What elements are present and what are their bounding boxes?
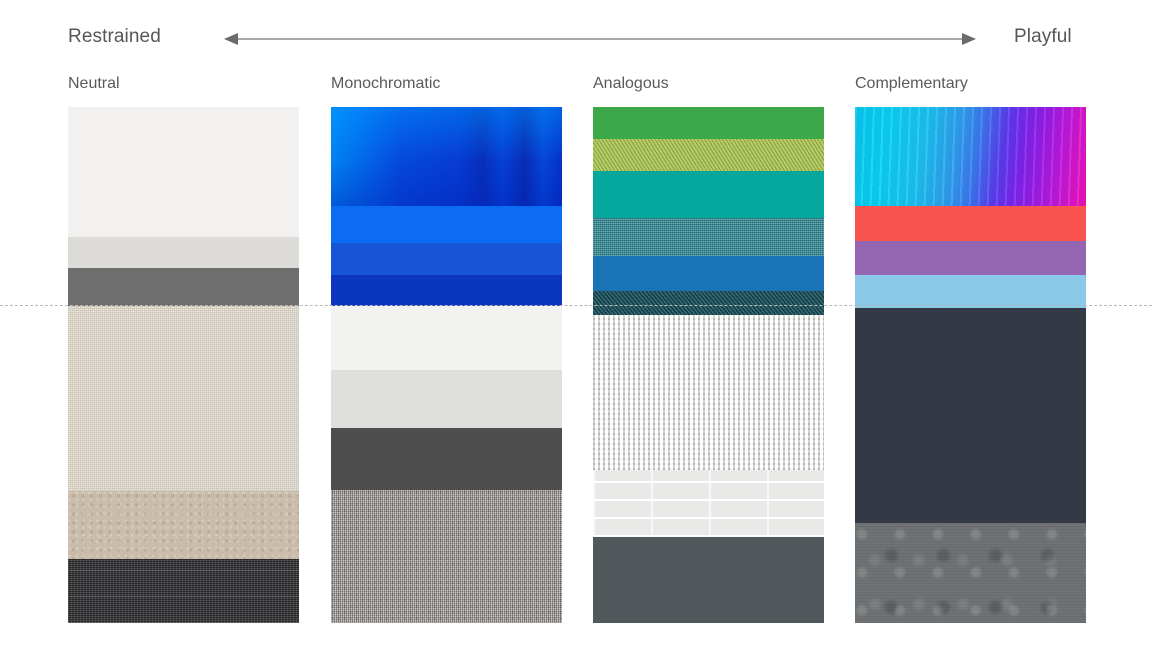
material-swatch-slate-grey-panel[interactable] <box>593 537 824 623</box>
material-swatch-bright-blue-panel[interactable] <box>331 206 562 243</box>
material-swatch-off-white-panel[interactable] <box>68 107 299 237</box>
material-swatch-white-tile-grid[interactable] <box>593 470 824 537</box>
texture-overlay-tile <box>593 470 824 537</box>
palette-spectrum-board: Restrained Playful Neutral Monochromatic… <box>0 0 1152 648</box>
material-swatch-deep-blue-panel[interactable] <box>331 275 562 306</box>
axis-label-playful: Playful <box>1014 26 1072 47</box>
column-title-neutral: Neutral <box>68 75 120 92</box>
material-swatch-concrete-panel[interactable] <box>855 523 1086 623</box>
texture-overlay-diag <box>593 139 824 171</box>
material-swatch-blue-gradient-photo[interactable] <box>331 107 562 206</box>
material-swatch-medium-blue-panel[interactable] <box>331 243 562 275</box>
texture-overlay-rib-dark <box>593 291 824 315</box>
horizontal-dashed-divider <box>0 305 1152 306</box>
texture-overlay-leather <box>68 491 299 559</box>
material-swatch-light-grey-panel[interactable] <box>331 370 562 428</box>
palette-column-analogous[interactable] <box>593 107 824 623</box>
texture-overlay-streaks <box>855 107 1086 206</box>
material-swatch-white-mesh-textile[interactable] <box>593 315 824 470</box>
material-swatch-dark-teal-rib[interactable] <box>593 291 824 315</box>
texture-overlay-heather <box>593 218 824 256</box>
column-title-complementary: Complementary <box>855 75 968 92</box>
palette-column-monochromatic[interactable] <box>331 107 562 623</box>
column-title-analogous: Analogous <box>593 75 669 92</box>
material-swatch-dark-navy-panel[interactable] <box>855 308 1086 523</box>
material-swatch-mid-grey-panel[interactable] <box>68 268 299 306</box>
column-title-monochromatic: Monochromatic <box>331 75 441 92</box>
material-swatch-light-grey-panel[interactable] <box>68 237 299 268</box>
axis-label-restrained: Restrained <box>68 26 161 47</box>
palette-column-complementary[interactable] <box>855 107 1086 623</box>
material-swatch-yellow-green-weave[interactable] <box>593 139 824 171</box>
material-swatch-purple-panel[interactable] <box>855 241 1086 275</box>
material-swatch-linen-textile[interactable] <box>68 306 299 491</box>
material-swatch-taupe-leather[interactable] <box>68 491 299 559</box>
material-swatch-blue-panel[interactable] <box>593 256 824 291</box>
double-headed-arrow-icon <box>224 33 976 45</box>
material-swatch-coral-red-panel[interactable] <box>855 206 1086 241</box>
material-swatch-cyan-magenta-gradient-photo[interactable] <box>855 107 1086 206</box>
texture-overlay-carpet-dark <box>68 559 299 623</box>
material-swatch-teal-heather-textile[interactable] <box>593 218 824 256</box>
material-swatch-dark-grey-panel[interactable] <box>331 428 562 490</box>
texture-overlay-mesh <box>593 315 824 470</box>
material-swatch-light-blue-panel[interactable] <box>855 275 1086 308</box>
material-swatch-teal-panel[interactable] <box>593 171 824 218</box>
texture-overlay-carpet-grey <box>331 490 562 623</box>
palette-column-neutral[interactable] <box>68 107 299 623</box>
texture-overlay-bluephoto <box>331 107 562 206</box>
material-swatch-green-panel[interactable] <box>593 107 824 139</box>
material-swatch-grey-carpet[interactable] <box>331 490 562 623</box>
material-swatch-charcoal-carpet[interactable] <box>68 559 299 623</box>
texture-overlay-linen <box>68 306 299 491</box>
material-swatch-off-white-panel[interactable] <box>331 306 562 370</box>
texture-overlay-concrete <box>855 523 1086 623</box>
